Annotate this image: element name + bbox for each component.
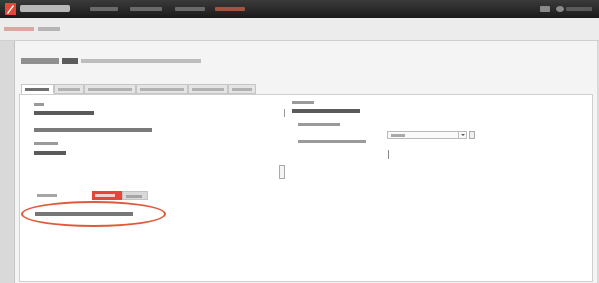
tab-3[interactable] bbox=[84, 84, 136, 94]
description-label bbox=[34, 142, 58, 145]
breadcrumb bbox=[0, 18, 599, 41]
page-title-secondary bbox=[62, 58, 78, 64]
tab-4-label bbox=[140, 88, 184, 91]
highlighted-item[interactable] bbox=[35, 212, 133, 216]
setting-row-2-label bbox=[298, 140, 366, 143]
nav-item-3[interactable] bbox=[175, 7, 205, 11]
main-content bbox=[14, 41, 597, 283]
resize-handle[interactable] bbox=[279, 165, 285, 179]
brand-name[interactable] bbox=[20, 5, 70, 12]
tab-1-label bbox=[25, 88, 49, 91]
tab-1[interactable] bbox=[21, 84, 54, 94]
page-title-description bbox=[81, 59, 201, 63]
tab-3-label bbox=[88, 88, 132, 91]
user-avatar-icon[interactable] bbox=[556, 6, 564, 12]
select-action-button[interactable] bbox=[469, 131, 475, 139]
page-title-primary bbox=[21, 58, 59, 64]
sub-tab-bar bbox=[34, 191, 154, 200]
page-title bbox=[21, 58, 211, 64]
nav-item-2[interactable] bbox=[130, 7, 162, 11]
description-value bbox=[34, 151, 66, 155]
subtab-1[interactable] bbox=[34, 191, 62, 200]
tab-2-label bbox=[58, 88, 80, 91]
tab-6[interactable] bbox=[228, 84, 256, 94]
name-value bbox=[34, 111, 94, 115]
user-menu[interactable] bbox=[566, 7, 592, 11]
subtab-2[interactable] bbox=[92, 191, 122, 200]
tab-2[interactable] bbox=[54, 84, 84, 94]
subtab-2-label bbox=[95, 194, 115, 197]
info-link[interactable] bbox=[34, 128, 152, 132]
tab-5-label bbox=[192, 88, 224, 91]
nav-item-1[interactable] bbox=[90, 7, 118, 11]
name-label bbox=[34, 103, 44, 106]
breadcrumb-current bbox=[38, 27, 60, 31]
tab-5[interactable] bbox=[188, 84, 228, 94]
column-divider bbox=[284, 109, 285, 117]
subtab-1-label bbox=[37, 194, 57, 197]
app-logo-icon[interactable] bbox=[5, 3, 16, 15]
chevron-down-icon[interactable] bbox=[458, 132, 466, 138]
subtab-3[interactable] bbox=[122, 191, 148, 200]
settings-panel bbox=[19, 94, 593, 282]
setting-row-1-select[interactable] bbox=[387, 131, 467, 139]
setting-row-1-select-value bbox=[391, 134, 405, 137]
section-value bbox=[292, 109, 360, 113]
setting-row-2-input[interactable] bbox=[388, 150, 393, 159]
tab-bar bbox=[21, 84, 256, 94]
top-navbar bbox=[0, 0, 599, 18]
setting-row-1-label bbox=[298, 123, 340, 126]
nav-item-4[interactable] bbox=[215, 7, 245, 11]
tab-6-label bbox=[232, 88, 252, 91]
search-icon[interactable] bbox=[540, 6, 550, 12]
breadcrumb-link[interactable] bbox=[4, 27, 34, 31]
section-label bbox=[292, 101, 314, 104]
subtab-3-label bbox=[126, 195, 142, 198]
tab-4[interactable] bbox=[136, 84, 188, 94]
